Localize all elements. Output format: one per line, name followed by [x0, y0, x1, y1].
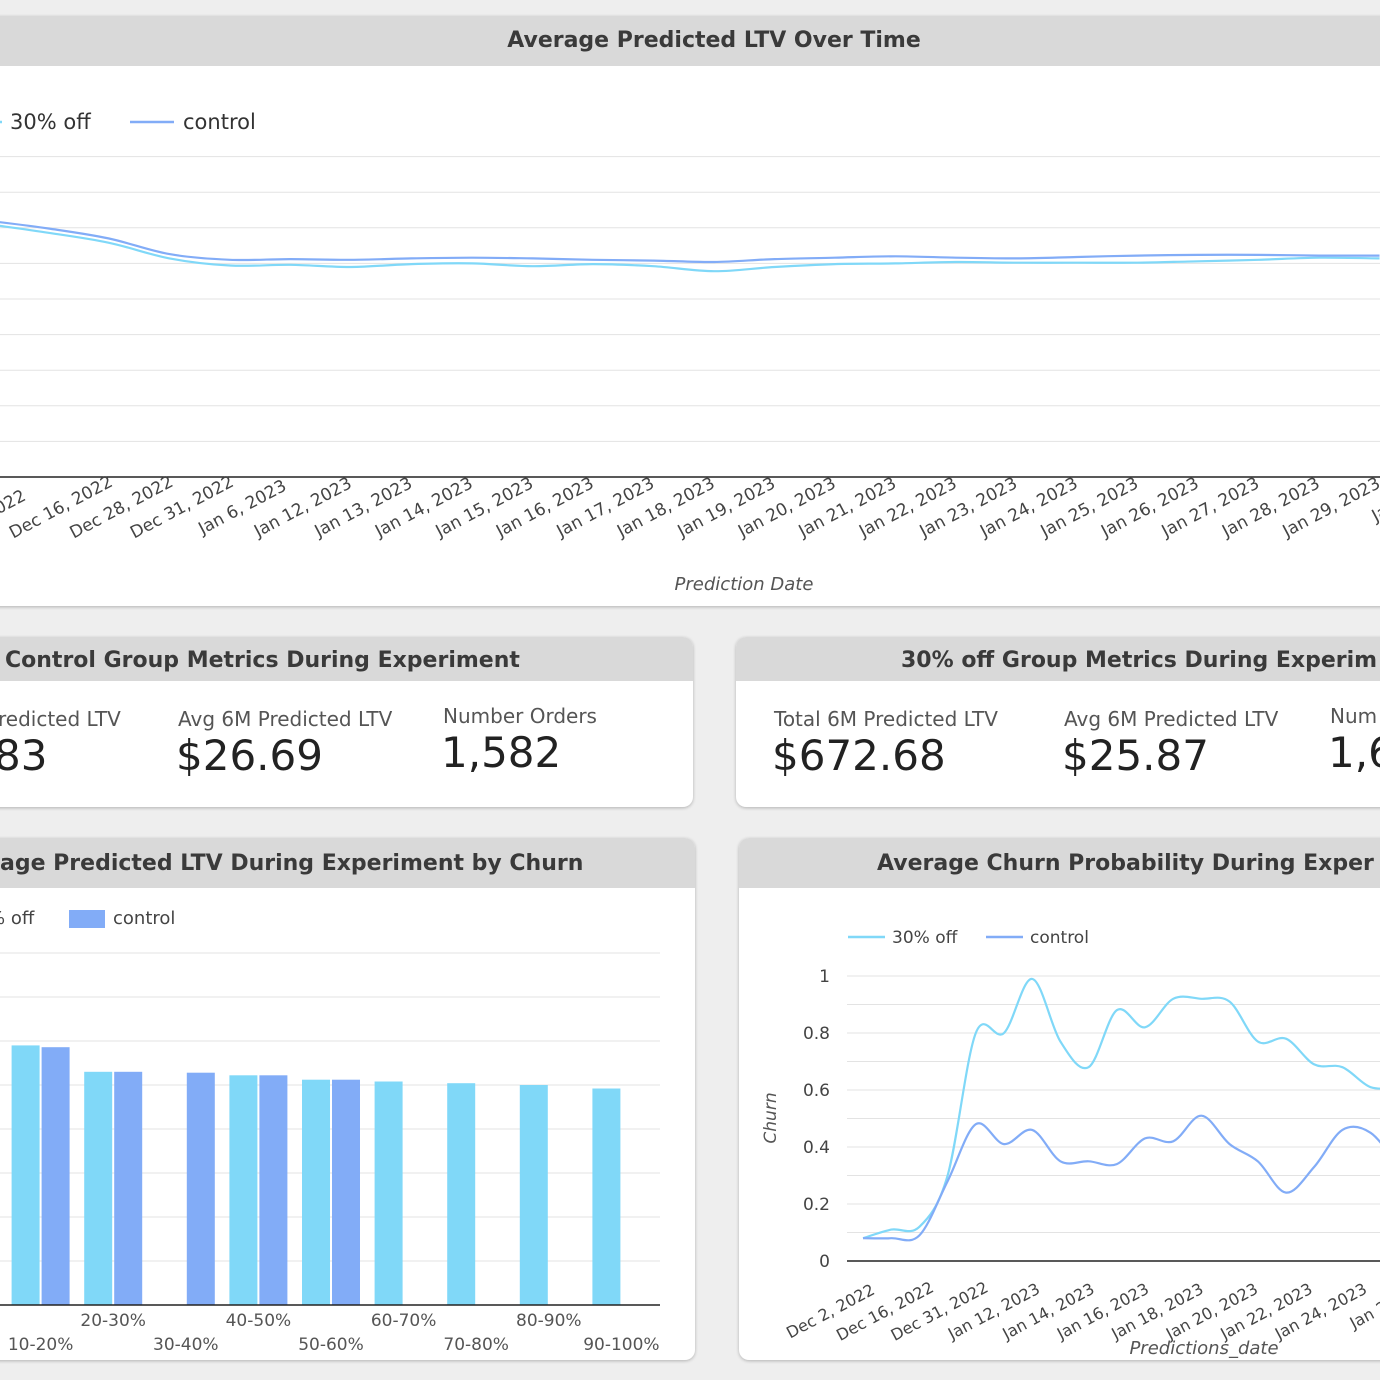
y-axis-title: Churn [761, 1092, 781, 1143]
off-total-ltv-value: $672.68 [772, 731, 946, 780]
control-metrics-header: Control Group Metrics During Experiment [0, 637, 693, 681]
x-tick-label: 80-90% [516, 1311, 582, 1331]
off-metrics-card: 30% off Group Metrics During Experim Tot… [736, 637, 1380, 807]
legend-swatch-control [69, 910, 105, 928]
y-tick-label: 0.2 [803, 1195, 830, 1215]
bar-off30 [519, 1085, 548, 1305]
control-metrics-title: Control Group Metrics During Experiment [5, 648, 520, 673]
off-metrics-header: 30% off Group Metrics During Experim [736, 637, 1380, 681]
control-avg-ltv-label: Avg 6M Predicted LTV [178, 707, 393, 731]
control-orders-label: Number Orders [443, 704, 597, 728]
ltv-by-churn-chart: 10-20% 20-30% 30-40% 40-50% 50-60% 60-70% 70-8… [0, 908, 660, 1355]
x-axis-title: Prediction Date [675, 574, 814, 595]
legend-label-off30: % off [0, 908, 35, 929]
ltv-by-churn-header: age Predicted LTV During Experiment by C… [0, 838, 695, 888]
legend-label-control: control [183, 110, 256, 134]
y-tick-label: 1 [819, 967, 830, 987]
control-total-ltv-value: 83 [0, 731, 48, 780]
bar-control [114, 1071, 143, 1305]
x-tick-label: 50-60% [298, 1335, 364, 1355]
y-tick-label: 0 [819, 1252, 830, 1272]
legend-label-control: control [113, 908, 175, 929]
bar-control [259, 1075, 288, 1305]
bar-control [332, 1079, 360, 1305]
bar-off30 [84, 1071, 113, 1305]
series-line-off30 [862, 977, 1380, 1240]
bar-off30 [374, 1081, 403, 1305]
bar-off30 [11, 1045, 40, 1305]
legend-label-control: control [1030, 928, 1089, 948]
legend-label-off30: 30% off [892, 928, 959, 948]
x-tick-label: 60-70% [371, 1311, 437, 1331]
x-tick-label: 40-50% [226, 1311, 292, 1331]
y-tick-label: 0.8 [803, 1024, 830, 1044]
ltv-over-time-card: Average Predicted LTV Over Time , 2022De… [0, 16, 1380, 606]
churn-probability-header: Average Churn Probability During Exper [739, 838, 1380, 888]
control-metrics-card: Control Group Metrics During Experiment … [0, 637, 693, 807]
bar-off30 [592, 1088, 621, 1305]
off-avg-ltv-label: Avg 6M Predicted LTV [1064, 707, 1279, 731]
x-tick-label: 20-30% [80, 1311, 146, 1331]
y-tick-label: 0.6 [803, 1081, 830, 1101]
off-total-ltv-label: Total 6M Predicted LTV [774, 707, 998, 731]
y-tick-label: 0.4 [803, 1138, 830, 1158]
churn-probability-card: Average Churn Probability During Exper 0… [739, 838, 1380, 1360]
churn-probability-title: Average Churn Probability During Exper [877, 851, 1374, 876]
control-avg-ltv-value: $26.69 [176, 731, 323, 780]
control-total-ltv-label: redicted LTV [0, 707, 121, 731]
bar-control [186, 1072, 215, 1305]
ltv-over-time-title: Average Predicted LTV Over Time [507, 28, 921, 53]
ltv-by-churn-card: age Predicted LTV During Experiment by C… [0, 838, 695, 1360]
off-orders-value: 1,6 [1328, 728, 1380, 777]
off-avg-ltv-value: $25.87 [1062, 731, 1209, 780]
x-tick-label: 10-20% [8, 1335, 74, 1355]
legend-label-off30: 30% off [10, 110, 91, 134]
series-line-off30 [0, 224, 1380, 273]
bar-off30 [302, 1079, 330, 1305]
bar-off30 [229, 1075, 258, 1305]
bar-control [41, 1047, 70, 1305]
series-line-control [862, 1114, 1380, 1242]
off-metrics-title: 30% off Group Metrics During Experim [901, 648, 1378, 673]
ltv-over-time-header: Average Predicted LTV Over Time [0, 16, 1380, 66]
churn-probability-chart: 00.20.40.60.81ChurnDec 2, 2022Dec 16, 20… [761, 928, 1380, 1359]
bar-off30 [447, 1083, 476, 1305]
off-orders-label: Num [1330, 704, 1378, 728]
x-tick-label: 30-40% [153, 1335, 219, 1355]
x-tick-label: 90-100% [583, 1335, 659, 1355]
x-axis-title: Predictions_date [1129, 1338, 1278, 1359]
control-orders-value: 1,582 [441, 728, 562, 777]
x-tick-label: 70-80% [443, 1335, 509, 1355]
series-line-control [0, 221, 1380, 264]
ltv-by-churn-title: age Predicted LTV During Experiment by C… [0, 851, 584, 876]
ltv-over-time-chart: , 2022Dec 16, 2022Dec 28, 2022Dec 31, 20… [0, 110, 1380, 595]
